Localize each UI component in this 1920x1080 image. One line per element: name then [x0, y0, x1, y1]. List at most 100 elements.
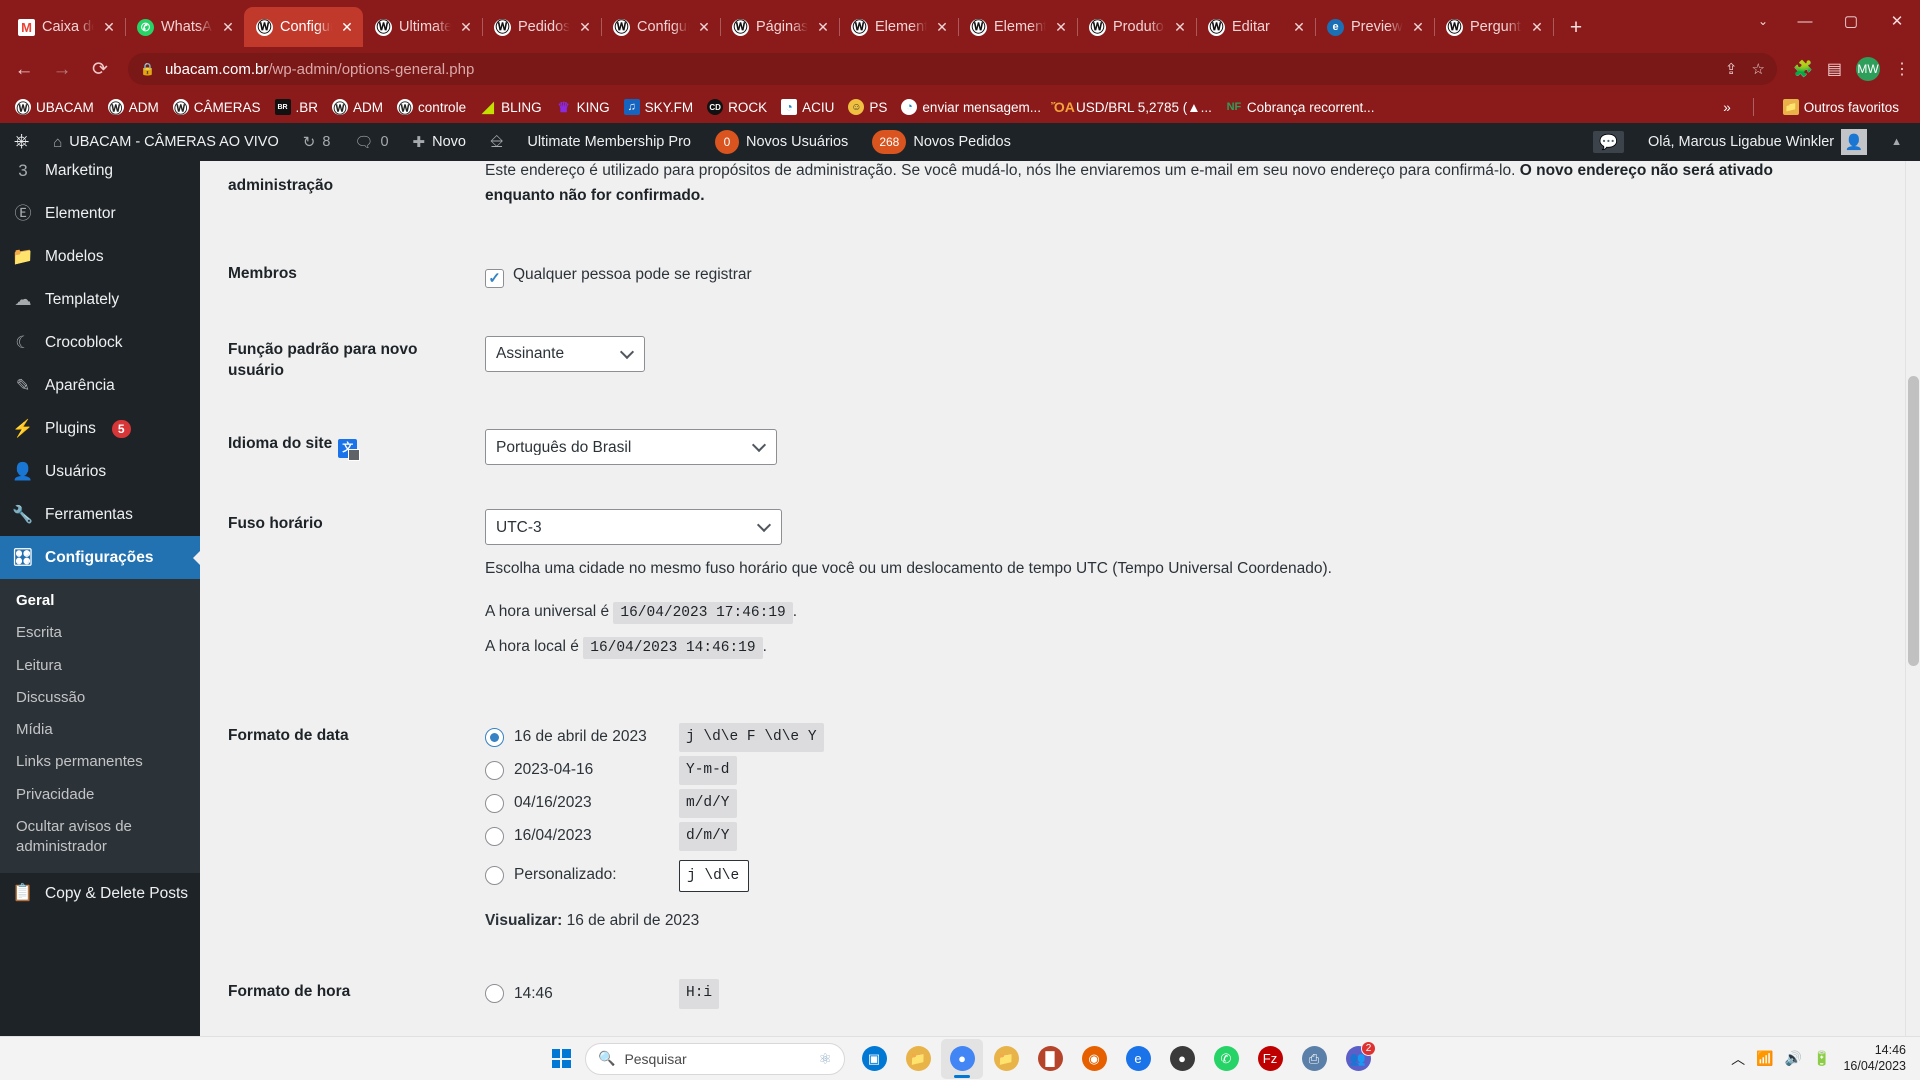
close-tab-icon[interactable]: ✕: [1410, 19, 1426, 35]
comments-menu[interactable]: 🗨 0: [342, 123, 400, 161]
bookmark-item[interactable]: ◔ ACIU: [774, 96, 841, 118]
submenu-item-leitura[interactable]: Leitura: [0, 650, 200, 682]
close-tab-icon[interactable]: ✕: [577, 19, 593, 35]
time-format-option-row[interactable]: 14:46 H:i: [485, 977, 1910, 1010]
close-tab-icon[interactable]: ✕: [220, 19, 236, 35]
new-orders-menu[interactable]: 268 Novos Pedidos: [860, 123, 1023, 161]
browser-tab[interactable]: Ⓦ Editar ✕: [1196, 7, 1315, 47]
new-tab-button[interactable]: +: [1561, 12, 1591, 42]
new-users-menu[interactable]: 0 Novos Usuários: [703, 123, 860, 161]
taskbar-app-whatsapp[interactable]: ✆: [1205, 1039, 1247, 1079]
taskbar-clock[interactable]: 14:46 16/04/2023: [1843, 1043, 1906, 1074]
taskbar-app-edge[interactable]: e: [1117, 1039, 1159, 1079]
site-name-menu[interactable]: ⌂ UBACAM - CÂMERAS AO VIVO: [41, 123, 291, 161]
sidebar-item-copy-delete-posts[interactable]: 📋 Copy & Delete Posts: [0, 873, 200, 916]
browser-tab[interactable]: Ⓦ Pergunta ✕: [1434, 7, 1553, 47]
chrome-menu-icon[interactable]: ⋮: [1894, 59, 1910, 79]
taskbar-app-store[interactable]: █: [1029, 1039, 1071, 1079]
my-account-menu[interactable]: Olá, Marcus Ligabue Winkler 👤: [1636, 123, 1879, 161]
taskbar-app-teams[interactable]: 👥 2: [1337, 1039, 1379, 1079]
submenu-item-links-permanentes[interactable]: Links permanentes: [0, 746, 200, 778]
browser-tab[interactable]: Ⓦ Páginas ✕: [720, 7, 839, 47]
maximize-button[interactable]: ▢: [1828, 0, 1874, 42]
browser-tab[interactable]: Ⓦ Produtos ✕: [1077, 7, 1196, 47]
bookmarks-overflow-button[interactable]: »: [1723, 100, 1731, 115]
sidebar-item-apar-ncia[interactable]: ✎ Aparência: [0, 364, 200, 407]
date-format-option-row[interactable]: 04/16/2023 m/d/Y: [485, 787, 1910, 820]
tray-expand-icon[interactable]: ︿: [1731, 1049, 1745, 1069]
date-format-radio[interactable]: [485, 761, 504, 780]
close-tab-icon[interactable]: ✕: [458, 19, 474, 35]
sidebar-item-elementor[interactable]: Ⓔ Elementor: [0, 192, 200, 235]
submenu-item-discuss-o[interactable]: Discussão: [0, 682, 200, 714]
battery-icon[interactable]: 🔋: [1813, 1050, 1830, 1067]
bookmark-item[interactable]: Ⓦcontrole: [390, 96, 473, 118]
scrollbar-thumb[interactable]: [1908, 376, 1919, 666]
bookmark-item[interactable]: Ⓦ ADM: [325, 96, 390, 118]
tabsearch-button[interactable]: ⌄: [1744, 0, 1782, 42]
close-tab-icon[interactable]: ✕: [1291, 19, 1307, 35]
taskbar-app-disc[interactable]: ●: [1161, 1039, 1203, 1079]
submenu-item-ocultar-avisos-de-administrador[interactable]: Ocultar avisos de administrador: [0, 811, 200, 864]
close-tab-icon[interactable]: ✕: [815, 19, 831, 35]
browser-tab[interactable]: ✆ WhatsApp ✕: [125, 7, 244, 47]
other-bookmarks-folder[interactable]: 📁 Outros favoritos: [1776, 96, 1906, 118]
bookmark-item[interactable]: ♫ SKY.FM: [617, 96, 701, 118]
elementor-menu[interactable]: ⎒: [478, 123, 515, 161]
membership-menu[interactable]: Ultimate Membership Pro: [515, 123, 703, 161]
browser-tab[interactable]: Ⓦ Elementor ✕: [958, 7, 1077, 47]
taskbar-app-chrome[interactable]: ●: [941, 1039, 983, 1079]
page-scrollbar[interactable]: [1905, 161, 1920, 1036]
bookmark-item[interactable]: ♛ KING: [549, 96, 617, 118]
close-tab-icon[interactable]: ✕: [1172, 19, 1188, 35]
bookmark-item[interactable]: ◢ BLING: [473, 96, 549, 118]
bookmark-star-icon[interactable]: ☆: [1752, 60, 1765, 78]
taskbar-app-explorer2[interactable]: 📁: [985, 1039, 1027, 1079]
submenu-item-escrita[interactable]: Escrita: [0, 617, 200, 649]
profile-avatar[interactable]: MW: [1856, 57, 1880, 81]
taskbar-app-filezilla[interactable]: Fz: [1249, 1039, 1291, 1079]
timezone-select[interactable]: UTC-3UTC-2UTC-4São Paulo: [485, 509, 782, 545]
date-format-custom-radio[interactable]: [485, 866, 504, 885]
browser-tab[interactable]: Ⓦ Pedidos ✕: [482, 7, 601, 47]
close-tab-icon[interactable]: ✕: [101, 19, 117, 35]
close-window-button[interactable]: ✕: [1874, 0, 1920, 42]
taskbar-app-firefox[interactable]: ◉: [1073, 1039, 1115, 1079]
notifications-menu[interactable]: 💬: [1581, 123, 1636, 161]
close-tab-icon[interactable]: ✕: [1053, 19, 1069, 35]
bookmark-item[interactable]: BR .BR: [268, 96, 326, 118]
new-content-menu[interactable]: ✚ Novo: [401, 123, 478, 161]
bookmark-item[interactable]: Ⓦ CÂMERAS: [166, 96, 268, 118]
minimize-button[interactable]: —: [1782, 0, 1828, 42]
bookmark-item[interactable]: ὌA USD/BRL 5,2785 (▲...: [1048, 96, 1219, 118]
close-tab-icon[interactable]: ✕: [934, 19, 950, 35]
browser-tab[interactable]: Ⓦ Elementor ✕: [839, 7, 958, 47]
bookmark-item[interactable]: ☺ PS: [841, 96, 894, 118]
taskbar-app-printer[interactable]: ⎙: [1293, 1039, 1335, 1079]
collapse-button[interactable]: ▲: [1879, 123, 1920, 161]
volume-icon[interactable]: 🔊: [1785, 1050, 1802, 1067]
date-format-option-row[interactable]: 16/04/2023 d/m/Y: [485, 820, 1910, 853]
membership-checkbox[interactable]: ✓: [485, 269, 504, 288]
bookmark-item[interactable]: Ⓦ UBACAM: [8, 96, 101, 118]
side-panel-icon[interactable]: ▤: [1827, 59, 1842, 79]
back-button[interactable]: ←: [6, 51, 42, 87]
sidebar-item-configura-es[interactable]: 🎛 Configurações: [0, 536, 200, 579]
browser-tab[interactable]: Ⓦ Ultimate Membership Pro ✕: [363, 7, 482, 47]
date-format-option-row[interactable]: 2023-04-16 Y-m-d: [485, 754, 1910, 787]
sidebar-item-crocoblock[interactable]: ☾ Crocoblock: [0, 321, 200, 364]
bookmark-item[interactable]: Ⓦ ADM: [101, 96, 166, 118]
browser-tab[interactable]: Ⓦ Configurações Gerais ✕: [244, 7, 363, 47]
date-format-custom-input[interactable]: [679, 860, 749, 892]
browser-tab[interactable]: e Preview ✕: [1315, 7, 1434, 47]
bookmark-item[interactable]: CD ROCK: [700, 96, 774, 118]
share-icon[interactable]: ⇪: [1725, 60, 1738, 78]
site-language-select[interactable]: Português do BrasilEnglish (United State…: [485, 429, 777, 465]
updates-menu[interactable]: ↻ 8: [291, 123, 343, 161]
bookmark-item[interactable]: ◔ enviar mensagem...: [894, 96, 1048, 118]
close-tab-icon[interactable]: ✕: [1529, 19, 1545, 35]
sidebar-item-plugins[interactable]: ⚡ Plugins 5: [0, 407, 200, 450]
forward-button[interactable]: →: [44, 51, 80, 87]
submenu-item-m-dia[interactable]: Mídia: [0, 714, 200, 746]
sidebar-item-ferramentas[interactable]: 🔧 Ferramentas: [0, 493, 200, 536]
